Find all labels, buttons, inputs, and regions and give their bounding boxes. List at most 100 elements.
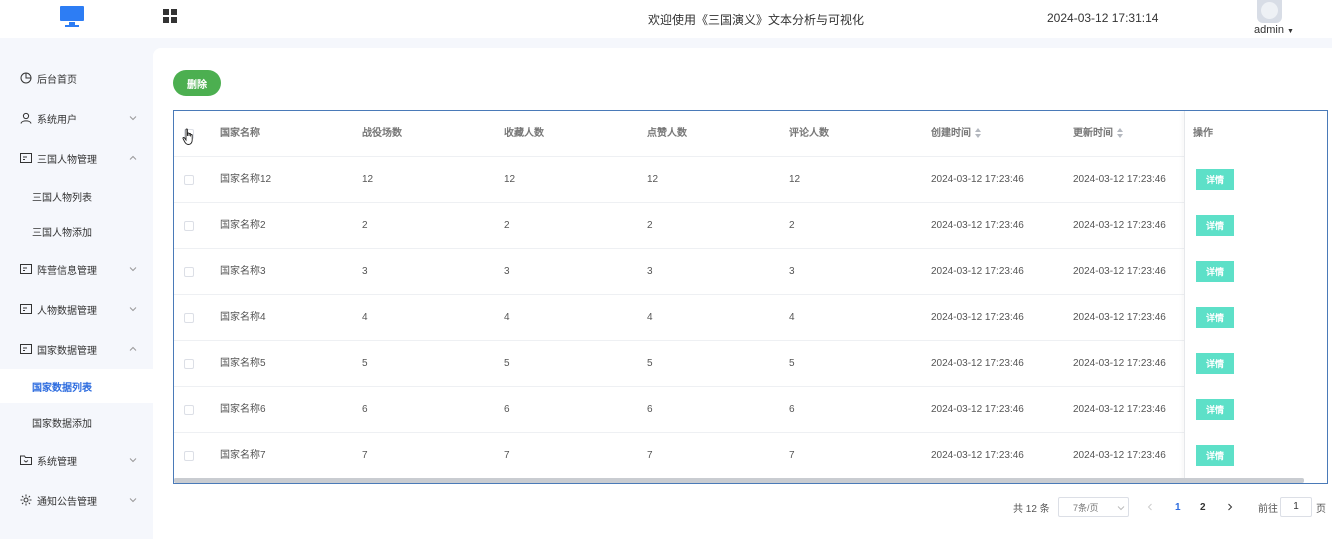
column-header-updated-time[interactable]: 更新时间 (1073, 111, 1123, 157)
cell-comments: 6 (789, 404, 795, 415)
sidebar: 后台首页 系统用户 三国人物管理 三国人物列表 三国人物添加 阵营信息管理 人物… (0, 38, 153, 539)
sidebar-item-label: 通知公告管理 (37, 496, 97, 508)
sidebar-item-character-data[interactable]: 人物数据管理 (0, 291, 153, 327)
cell-created-time: 2024-03-12 17:23:46 (931, 450, 1024, 461)
sidebar-item-home[interactable]: 后台首页 (0, 60, 153, 96)
table-row: 国家名称3 3 3 3 3 2024-03-12 17:23:46 2024-03-12 1… (174, 249, 1327, 295)
chevron-down-icon (129, 116, 137, 121)
page-number-1[interactable]: 1 (1175, 497, 1181, 517)
sidebar-subitem-label: 三国人物列表 (32, 192, 92, 204)
sidebar-item-country-data[interactable]: 国家数据管理 (0, 331, 153, 367)
sidebar-subitem-country-list[interactable]: 国家数据列表 (0, 369, 153, 403)
cell-updated-time: 2024-03-12 17:23:46 (1073, 450, 1166, 461)
sidebar-subitem-label: 国家数据添加 (32, 418, 92, 430)
chevron-up-icon (129, 346, 137, 351)
column-header-battles: 战役场数 (362, 128, 402, 139)
sidebar-item-characters[interactable]: 三国人物管理 (0, 140, 153, 176)
cell-created-time: 2024-03-12 17:23:46 (931, 174, 1024, 185)
table-header-row: 国家名称 战役场数 收藏人数 点赞人数 评论人数 创建时间 更新时间 (174, 111, 1327, 157)
cell-battles: 7 (362, 450, 368, 461)
cell-likes: 2 (647, 220, 653, 231)
column-header-label: 更新时间 (1073, 128, 1113, 139)
operations-column: 操作 详情 详情 详情 详情 详情 详情 详情 (1184, 111, 1327, 483)
column-header-country-name: 国家名称 (220, 128, 260, 139)
row-checkbox[interactable] (184, 175, 194, 185)
cell-created-time: 2024-03-12 17:23:46 (931, 404, 1024, 415)
cell-created-time: 2024-03-12 17:23:46 (931, 266, 1024, 277)
column-header-created-time[interactable]: 创建时间 (931, 111, 981, 157)
cell-battles: 12 (362, 174, 374, 185)
cell-likes: 7 (647, 450, 653, 461)
cell-created-time: 2024-03-12 17:23:46 (931, 358, 1024, 369)
goto-page-input[interactable]: 1 (1280, 497, 1312, 517)
sort-icon[interactable] (1117, 128, 1123, 139)
chevron-up-icon (129, 155, 137, 160)
sidebar-item-label: 国家数据管理 (37, 345, 97, 357)
prev-page-icon[interactable] (1146, 503, 1154, 511)
cell-updated-time: 2024-03-12 17:23:46 (1073, 404, 1166, 415)
page-number-2[interactable]: 2 (1200, 497, 1206, 517)
sort-icon[interactable] (975, 128, 981, 139)
page-size-select[interactable]: 7条/页 (1058, 497, 1129, 517)
cell-favorites: 3 (504, 266, 510, 277)
cell-comments: 3 (789, 266, 795, 277)
cell-updated-time: 2024-03-12 17:23:46 (1073, 174, 1166, 185)
sidebar-item-system-management[interactable]: 系统管理 (0, 442, 153, 478)
row-checkbox[interactable] (184, 313, 194, 323)
apps-grid-icon[interactable] (163, 9, 178, 24)
chevron-down-icon (1117, 506, 1125, 511)
folder-icon (20, 455, 32, 465)
chevron-down-icon (129, 458, 137, 463)
detail-button[interactable]: 详情 (1196, 307, 1234, 328)
country-data-table: 国家名称 战役场数 收藏人数 点赞人数 评论人数 创建时间 更新时间 国家名称1… (173, 110, 1328, 484)
sidebar-item-system-users[interactable]: 系统用户 (0, 100, 153, 136)
column-header-likes: 点赞人数 (647, 128, 687, 139)
sidebar-item-camps[interactable]: 阵营信息管理 (0, 251, 153, 287)
top-header: 欢迎使用《三国演义》文本分析与可视化 2024-03-12 17:31:14 a… (0, 0, 1332, 38)
cell-likes: 5 (647, 358, 653, 369)
sidebar-subitem-character-list[interactable]: 三国人物列表 (0, 179, 153, 213)
detail-button[interactable]: 详情 (1196, 169, 1234, 190)
detail-button[interactable]: 详情 (1196, 215, 1234, 236)
cell-battles: 3 (362, 266, 368, 277)
next-page-icon[interactable] (1226, 503, 1234, 511)
cell-country-name: 国家名称12 (220, 174, 272, 185)
detail-button[interactable]: 详情 (1196, 445, 1234, 466)
cell-updated-time: 2024-03-12 17:23:46 (1073, 358, 1166, 369)
row-checkbox[interactable] (184, 221, 194, 231)
goto-label: 前往 (1258, 503, 1278, 515)
page-size-value: 7条/页 (1073, 502, 1099, 513)
row-checkbox[interactable] (184, 359, 194, 369)
detail-button[interactable]: 详情 (1196, 353, 1234, 374)
cell-country-name: 国家名称6 (220, 404, 266, 415)
horizontal-scrollbar[interactable] (174, 478, 1304, 483)
cell-country-name: 国家名称2 (220, 220, 266, 231)
row-checkbox[interactable] (184, 267, 194, 277)
sidebar-subitem-character-add[interactable]: 三国人物添加 (0, 214, 153, 248)
user-menu[interactable]: admin ▼ (1254, 24, 1294, 36)
table-row: 国家名称7 7 7 7 7 2024-03-12 17:23:46 2024-03-12 1… (174, 433, 1327, 479)
chevron-down-icon (129, 307, 137, 312)
current-datetime: 2024-03-12 17:31:14 (1047, 11, 1159, 25)
sidebar-subitem-country-add[interactable]: 国家数据添加 (0, 405, 153, 439)
table-row: 国家名称4 4 4 4 4 2024-03-12 17:23:46 2024-03-12 1… (174, 295, 1327, 341)
cell-created-time: 2024-03-12 17:23:46 (931, 220, 1024, 231)
column-header-operations: 操作 (1193, 128, 1213, 139)
column-header-label: 创建时间 (931, 128, 971, 139)
avatar[interactable] (1257, 0, 1282, 23)
sidebar-item-label: 阵营信息管理 (37, 265, 97, 277)
chevron-down-icon: ▼ (1287, 28, 1294, 35)
row-checkbox[interactable] (184, 405, 194, 415)
column-header-favorites: 收藏人数 (504, 128, 544, 139)
sidebar-item-notices[interactable]: 通知公告管理 (0, 482, 153, 518)
delete-button[interactable]: 删除 (173, 70, 221, 96)
detail-button[interactable]: 详情 (1196, 261, 1234, 282)
cell-country-name: 国家名称4 (220, 312, 266, 323)
card-icon (20, 153, 32, 163)
page-welcome-title: 欢迎使用《三国演义》文本分析与可视化 (647, 13, 864, 27)
row-checkbox[interactable] (184, 451, 194, 461)
cell-battles: 6 (362, 404, 368, 415)
cell-updated-time: 2024-03-12 17:23:46 (1073, 266, 1166, 277)
sidebar-item-label: 人物数据管理 (37, 305, 97, 317)
detail-button[interactable]: 详情 (1196, 399, 1234, 420)
